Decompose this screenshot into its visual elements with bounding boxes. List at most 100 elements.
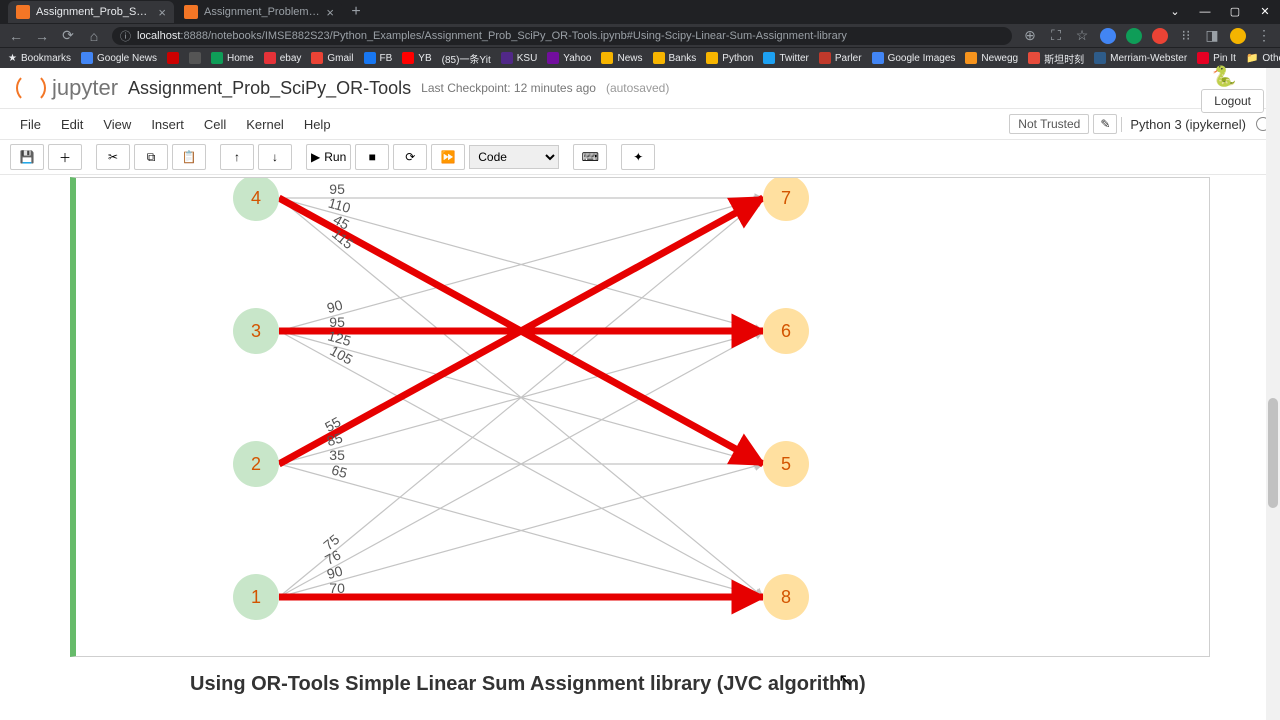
bookmark[interactable]: Banks <box>653 52 697 64</box>
autosaved-label: (autosaved) <box>606 81 669 95</box>
menu-view[interactable]: View <box>93 117 141 132</box>
bookmark[interactable]: ebay <box>264 52 302 64</box>
jupyter-favicon <box>16 5 30 19</box>
jupyter-logo-icon <box>16 73 46 103</box>
move-down-button[interactable]: ↓ <box>258 144 292 170</box>
command-palette-button[interactable]: ⌨ <box>573 144 607 170</box>
reload-icon[interactable]: ⟳ <box>60 27 76 44</box>
browser-chrome: Assignment_Prob_SciPy_OR-Too… × Assignme… <box>0 0 1280 68</box>
ext-icon[interactable] <box>1152 28 1168 44</box>
edit-mode-icon[interactable]: ✎ <box>1093 114 1117 134</box>
page-scrollbar[interactable] <box>1266 68 1280 720</box>
forward-icon[interactable]: → <box>34 28 50 44</box>
paste-button[interactable]: 📋 <box>172 144 206 170</box>
bookmark[interactable]: (85)一条Yit <box>442 51 491 66</box>
tab-0[interactable]: Assignment_Prob_SciPy_OR-Too… × <box>8 1 174 23</box>
logout-button[interactable]: Logout <box>1201 89 1264 113</box>
bookmark[interactable]: Parler <box>819 52 862 64</box>
chevron-down-icon[interactable]: ⌄ <box>1160 0 1190 24</box>
menu-insert[interactable]: Insert <box>141 117 194 132</box>
close-window-icon[interactable]: ✕ <box>1250 0 1280 24</box>
section-heading: Using OR-Tools Simple Linear Sum Assignm… <box>190 673 1210 696</box>
bookmark[interactable]: Newegg <box>965 52 1018 64</box>
jupyter-header: jupyter Assignment_Prob_SciPy_OR-Tools L… <box>0 68 1280 109</box>
python-icon: 🐍 <box>1211 63 1237 89</box>
bookmark[interactable]: Python <box>706 52 753 64</box>
profile-icon[interactable] <box>1230 28 1246 44</box>
tab-strip: Assignment_Prob_SciPy_OR-Too… × Assignme… <box>0 0 1280 24</box>
back-icon[interactable]: ← <box>8 28 24 44</box>
bookmark[interactable]: News <box>601 52 642 64</box>
run-button[interactable]: ▶Run <box>306 144 351 170</box>
ext-icon[interactable] <box>1126 28 1142 44</box>
site-info-icon[interactable]: ⓘ <box>120 28 131 44</box>
bookmarks-bar: ★Bookmarks Google News Home ebay Gmail F… <box>0 47 1280 68</box>
tab-1-title: Assignment_Problem-Hungarian <box>204 6 320 18</box>
svg-text:1: 1 <box>251 587 261 607</box>
variable-inspector-button[interactable]: ✦ <box>621 144 655 170</box>
svg-text:70: 70 <box>329 580 345 596</box>
bookmark[interactable]: KSU <box>501 52 538 64</box>
svg-text:7: 7 <box>781 188 791 208</box>
menu-icon[interactable]: ⋮ <box>1256 27 1272 44</box>
extensions-icon[interactable]: ⁝⁝ <box>1178 27 1194 44</box>
close-icon[interactable]: × <box>326 5 334 20</box>
bookmark[interactable]: Twitter <box>763 52 808 64</box>
bookmark[interactable]: Yahoo <box>547 52 591 64</box>
window-controls: ⌄ — ▢ ✕ <box>1160 0 1280 24</box>
notebook-container[interactable]: 9511045115909512510555853565757690704321… <box>0 175 1280 720</box>
jupyter-logo-text: jupyter <box>52 75 118 101</box>
maximize-icon[interactable]: ▢ <box>1220 0 1250 24</box>
svg-text:2: 2 <box>251 454 261 474</box>
sidepanel-icon[interactable]: ◨ <box>1204 27 1220 44</box>
menu-kernel[interactable]: Kernel <box>236 117 294 132</box>
header-right: 🐍 Logout <box>1201 63 1264 113</box>
bookmark[interactable] <box>189 52 201 64</box>
bookmark[interactable]: Google Images <box>872 52 956 64</box>
output-cell[interactable]: 9511045115909512510555853565757690704321… <box>70 177 1210 657</box>
new-tab-button[interactable]: + <box>344 3 368 21</box>
bookmark[interactable]: Merriam-Webster <box>1094 52 1187 64</box>
bookmark[interactable]: Google News <box>81 52 157 64</box>
bookmark[interactable]: Home <box>211 52 254 64</box>
restart-button[interactable]: ⟳ <box>393 144 427 170</box>
kernel-name[interactable]: Python 3 (ipykernel) <box>1121 117 1246 132</box>
bookmark[interactable] <box>167 52 179 64</box>
toolbar: 💾 ＋ ✂ ⧉ 📋 ↑ ↓ ▶Run ■ ⟳ ⏩ Code ⌨ ✦ <box>0 140 1280 175</box>
zoom-icon[interactable]: ⊕ <box>1022 27 1038 44</box>
copy-button[interactable]: ⧉ <box>134 144 168 170</box>
move-up-button[interactable]: ↑ <box>220 144 254 170</box>
save-button[interactable]: 💾 <box>10 144 44 170</box>
svg-text:3: 3 <box>251 321 261 341</box>
nav-bar: ← → ⟳ ⌂ ⓘ localhost :8888/notebooks/IMSE… <box>0 24 1280 47</box>
trust-button[interactable]: Not Trusted <box>1009 114 1089 134</box>
stop-button[interactable]: ■ <box>355 144 389 170</box>
bipartite-graph: 9511045115909512510555853565757690704321… <box>76 178 1174 654</box>
menu-file[interactable]: File <box>10 117 51 132</box>
star-icon[interactable]: ☆ <box>1074 27 1090 44</box>
close-icon[interactable]: × <box>158 5 166 20</box>
tab-1[interactable]: Assignment_Problem-Hungarian × <box>176 1 342 23</box>
translate-icon[interactable]: ⛶ <box>1048 27 1064 44</box>
notebook-name[interactable]: Assignment_Prob_SciPy_OR-Tools <box>128 78 411 99</box>
menu-bar: File Edit View Insert Cell Kernel Help N… <box>0 109 1280 140</box>
bookmark[interactable]: FB <box>364 52 393 64</box>
url-bar[interactable]: ⓘ localhost :8888/notebooks/IMSE882S23/P… <box>112 27 1012 45</box>
minimize-icon[interactable]: — <box>1190 0 1220 24</box>
scrollbar-thumb[interactable] <box>1268 398 1278 508</box>
bookmark[interactable]: 斯坦时刻 <box>1028 51 1084 66</box>
home-icon[interactable]: ⌂ <box>86 28 102 44</box>
menu-help[interactable]: Help <box>294 117 341 132</box>
fast-forward-button[interactable]: ⏩ <box>431 144 465 170</box>
cut-button[interactable]: ✂ <box>96 144 130 170</box>
bookmark[interactable]: ★Bookmarks <box>8 53 71 64</box>
jupyter-logo[interactable]: jupyter <box>16 73 118 103</box>
menu-cell[interactable]: Cell <box>194 117 236 132</box>
ext-icon[interactable] <box>1100 28 1116 44</box>
cell-type-select[interactable]: Code <box>469 145 559 169</box>
menu-edit[interactable]: Edit <box>51 117 93 132</box>
bookmark[interactable]: YB <box>402 52 431 64</box>
bookmark[interactable]: Gmail <box>311 52 353 64</box>
insert-cell-button[interactable]: ＋ <box>48 144 82 170</box>
svg-text:105: 105 <box>327 342 355 367</box>
